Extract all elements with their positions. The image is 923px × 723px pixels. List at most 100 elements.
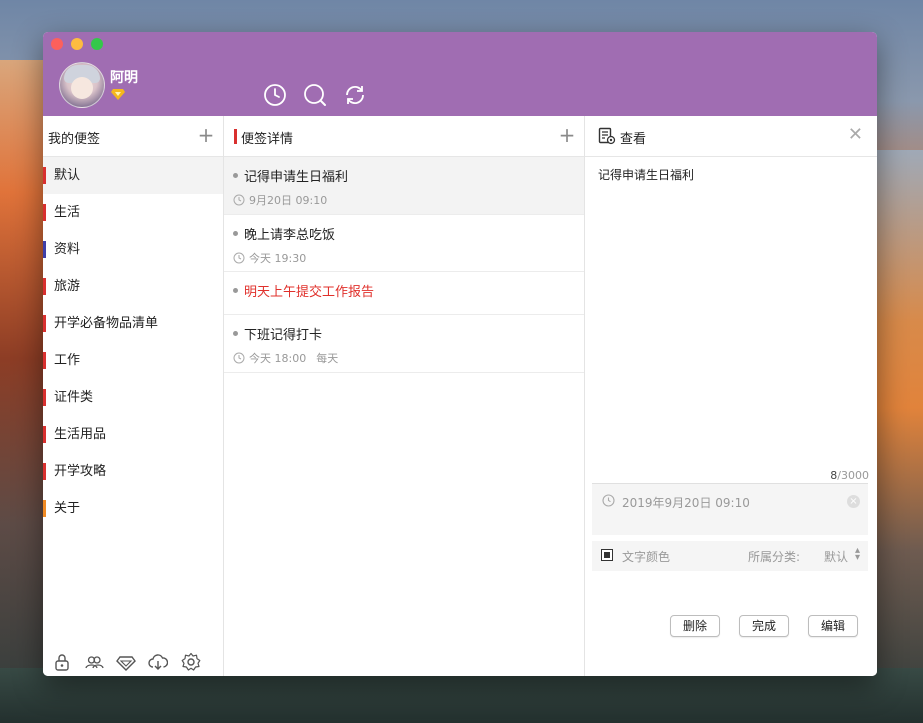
category-item[interactable]: 生活: [43, 194, 223, 231]
user-name: 阿明: [110, 70, 138, 86]
category-item[interactable]: 资料: [43, 231, 223, 268]
category-label: 资料: [54, 242, 81, 257]
settings-icon[interactable]: [181, 652, 201, 672]
add-category-icon[interactable]: +: [197, 125, 215, 145]
note-detail-header: 查看 ✕: [585, 116, 877, 157]
note-detail-title: 查看: [620, 132, 647, 147]
diamond-icon[interactable]: [116, 652, 137, 672]
vip-diamond-icon: [111, 89, 125, 100]
category-color-marker: [43, 500, 46, 517]
note-title: 晚上请李总吃饭: [244, 228, 336, 243]
category-list: 默认生活资料旅游开学必备物品清单 工作证件类生活用品开学攻略关于: [43, 157, 223, 527]
category-label: 生活: [54, 205, 81, 220]
category-select-label: 所属分类:: [747, 550, 800, 564]
note-list-accent: [234, 129, 237, 144]
cloud-download-icon[interactable]: [148, 652, 169, 672]
edit-button[interactable]: 编辑: [808, 615, 859, 637]
category-panel-header: 我的便签 +: [43, 116, 223, 157]
note-title: 下班记得打卡: [244, 328, 323, 343]
note-title: 记得申请生日福利: [244, 170, 349, 185]
note-repeat: 每天: [316, 352, 339, 365]
note-item[interactable]: 晚上请李总吃饭今天 19:30: [224, 215, 584, 272]
clear-reminder-icon[interactable]: ×: [847, 495, 860, 508]
category-label: 工作: [54, 353, 81, 368]
bullet-icon: [233, 331, 238, 336]
note-content[interactable]: 记得申请生日福利: [598, 166, 694, 183]
category-item[interactable]: 关于: [43, 490, 223, 527]
category-select[interactable]: 默认: [824, 548, 848, 565]
note-list-header: 便签详情 +: [224, 116, 584, 157]
category-color-marker: [43, 167, 46, 184]
category-item[interactable]: 开学必备物品清单: [43, 305, 223, 342]
note-item[interactable]: 下班记得打卡今天 18:00 每天: [224, 315, 584, 373]
minimize-window-button[interactable]: [71, 38, 83, 50]
char-count-max: /3000: [837, 469, 869, 482]
note-meta: 9月20日 09:10: [233, 192, 584, 208]
note-item[interactable]: 明天上午提交工作报告: [224, 272, 584, 315]
reminder-time: 2019年9月20日 09:10: [622, 496, 750, 510]
lock-icon[interactable]: [52, 652, 72, 672]
clock-icon: [233, 252, 249, 264]
note-meta: 今天 19:30: [233, 250, 584, 266]
category-color-marker: [43, 278, 46, 295]
group-icon[interactable]: [84, 652, 104, 672]
header-bar: 阿明: [43, 32, 877, 116]
note-time: 9月20日 09:10: [249, 194, 328, 207]
char-counter: 8/3000: [830, 469, 869, 482]
bullet-icon: [233, 288, 238, 293]
note-time: 今天 18:00: [249, 352, 307, 365]
note-list-title: 便签详情: [241, 132, 294, 147]
category-label: 生活用品: [54, 427, 107, 442]
note-title: 明天上午提交工作报告: [244, 285, 375, 300]
done-button[interactable]: 完成: [739, 615, 790, 637]
close-window-button[interactable]: [51, 38, 63, 50]
category-label: 旅游: [54, 279, 81, 294]
note-list: 记得申请生日福利 9月20日 09:10 晚上请李总吃饭今天 19:30 明天上午提交…: [224, 157, 584, 373]
clock-icon: [233, 352, 249, 364]
close-detail-icon[interactable]: ✕: [848, 126, 863, 144]
note-time: 今天 19:30: [249, 252, 307, 265]
category-color-marker: [43, 315, 46, 332]
category-item[interactable]: 证件类: [43, 379, 223, 416]
chevron-updown-icon[interactable]: ▴ ▾: [855, 546, 860, 563]
category-label: 证件类: [54, 390, 94, 405]
note-item[interactable]: 记得申请生日福利 9月20日 09:10: [224, 157, 584, 215]
category-color-marker: [43, 426, 46, 443]
category-label: 默认: [54, 168, 81, 183]
category-item[interactable]: 生活用品: [43, 416, 223, 453]
note-meta: 今天 18:00 每天: [233, 350, 584, 366]
category-item[interactable]: 工作: [43, 342, 223, 379]
desktop-wallpaper-right: [873, 150, 923, 723]
sidebar-footer: [52, 652, 209, 672]
category-color-marker: [43, 241, 46, 258]
category-color-marker: [43, 389, 46, 406]
category-label: 关于: [54, 501, 81, 516]
note-detail-panel: 查看 ✕ 记得申请生日福利 8/3000 2019年9月20日 09:10 × …: [585, 116, 877, 676]
category-item[interactable]: 开学攻略: [43, 453, 223, 490]
desktop-wallpaper-bottom: [0, 668, 923, 723]
clock-icon: [602, 494, 615, 507]
text-color-label[interactable]: 文字颜色: [622, 548, 670, 565]
zoom-window-button[interactable]: [91, 38, 103, 50]
category-item[interactable]: 旅游: [43, 268, 223, 305]
category-color-marker: [43, 204, 46, 221]
category-color-marker: [43, 352, 46, 369]
bullet-icon: [233, 173, 238, 178]
view-note-icon: [598, 127, 616, 145]
clock-icon[interactable]: [263, 83, 287, 107]
text-color-swatch[interactable]: [601, 549, 613, 561]
reminder-field[interactable]: 2019年9月20日 09:10 ×: [592, 483, 868, 535]
category-panel: 我的便签 + 默认生活资料旅游开学必备物品清单 工作证件类生活用品开学攻略关于: [43, 116, 224, 676]
category-color-marker: [43, 463, 46, 480]
avatar[interactable]: [59, 62, 105, 108]
category-label: 开学必备物品清单: [54, 316, 159, 331]
search-icon[interactable]: [303, 83, 327, 107]
category-item[interactable]: 默认: [43, 157, 223, 194]
bullet-icon: [233, 231, 238, 236]
note-options: 文字颜色 所属分类: 默认 ▴ ▾: [592, 541, 868, 571]
delete-button[interactable]: 删除: [670, 615, 721, 637]
category-panel-title: 我的便签: [48, 132, 101, 147]
sync-icon[interactable]: [343, 83, 367, 107]
add-note-icon[interactable]: +: [558, 125, 576, 145]
clock-icon: [233, 194, 249, 206]
